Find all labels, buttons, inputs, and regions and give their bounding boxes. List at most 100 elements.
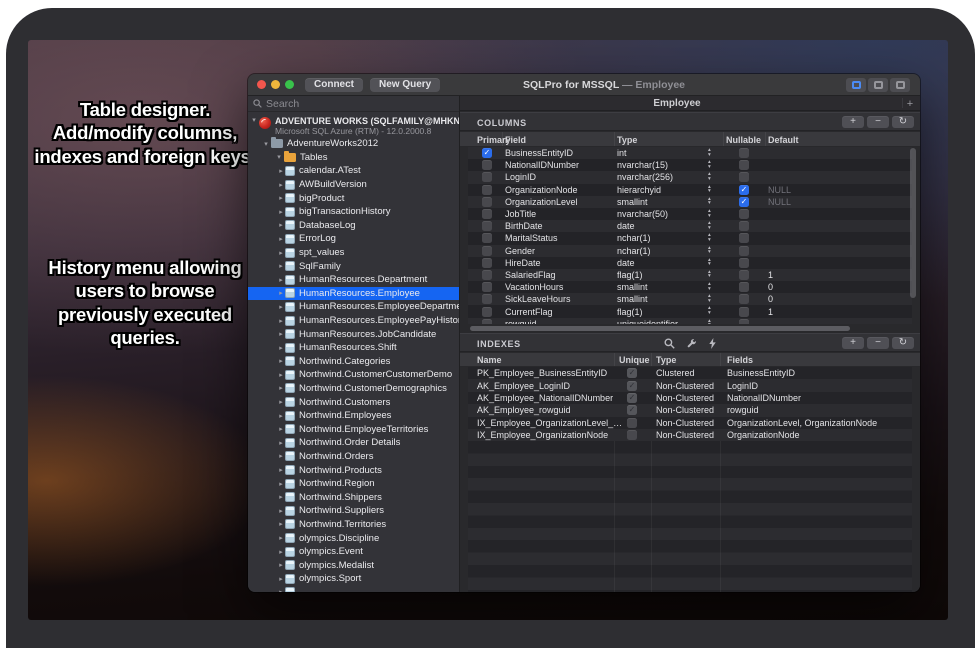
index-type-cell[interactable]: Non-Clustered bbox=[656, 417, 714, 429]
sidebar-table-item[interactable]: ▸ Northwind.Suppliers bbox=[248, 504, 459, 518]
index-fields-cell[interactable]: OrganizationLevel, OrganizationNode bbox=[727, 417, 877, 429]
type-stepper-icon[interactable]: ▴▾ bbox=[708, 197, 711, 206]
chevron-right-icon[interactable]: ▸ bbox=[277, 507, 285, 515]
sidebar-table-item[interactable]: ▸ Northwind.Orders bbox=[248, 450, 459, 464]
field-cell[interactable]: LoginID bbox=[505, 171, 536, 183]
index-name-cell[interactable]: PK_Employee_BusinessEntityID bbox=[477, 367, 607, 379]
type-stepper-icon[interactable]: ▴▾ bbox=[708, 282, 711, 291]
search-input[interactable]: Search bbox=[248, 96, 459, 112]
sidebar-table-item[interactable]: ▸ ErrorLog bbox=[248, 232, 459, 246]
type-stepper-icon[interactable]: ▴▾ bbox=[708, 246, 711, 255]
chevron-right-icon[interactable]: ▸ bbox=[277, 181, 285, 189]
type-stepper-icon[interactable]: ▴▾ bbox=[708, 160, 711, 169]
chevron-right-icon[interactable]: ▸ bbox=[277, 371, 285, 379]
chevron-right-icon[interactable]: ▸ bbox=[277, 384, 285, 392]
sidebar-table-item[interactable]: ▸ Northwind.CustomerDemographics bbox=[248, 382, 459, 396]
type-cell[interactable]: flag(1) bbox=[617, 305, 643, 317]
primary-checkbox[interactable] bbox=[482, 270, 492, 280]
field-cell[interactable]: MaritalStatus bbox=[505, 232, 558, 244]
sidebar-table-item[interactable]: ▸ bigProduct bbox=[248, 191, 459, 205]
column-row[interactable]: OrganizationNode hierarchyid ▴▾ NULL bbox=[468, 184, 912, 196]
sidebar-table-item[interactable]: ▸ Northwind.Region bbox=[248, 477, 459, 491]
type-stepper-icon[interactable]: ▴▾ bbox=[708, 306, 711, 315]
chevron-right-icon[interactable]: ▸ bbox=[277, 249, 285, 257]
unique-checkbox[interactable] bbox=[627, 368, 637, 378]
index-fields-cell[interactable]: BusinessEntityID bbox=[727, 367, 795, 379]
sidebar-table-item[interactable]: ▸ HumanResources.EmployeeDepartmentHisto… bbox=[248, 300, 459, 314]
type-stepper-icon[interactable]: ▴▾ bbox=[708, 172, 711, 181]
chevron-right-icon[interactable]: ▸ bbox=[277, 466, 285, 474]
chevron-down-icon[interactable]: ▾ bbox=[262, 140, 270, 148]
sidebar-table-item[interactable]: ▸ Northwind.Customers bbox=[248, 395, 459, 409]
view-toggle-right-button[interactable] bbox=[890, 78, 910, 92]
index-type-cell[interactable]: Non-Clustered bbox=[656, 392, 714, 404]
field-cell[interactable]: JobTitle bbox=[505, 208, 536, 220]
chevron-down-icon[interactable]: ▾ bbox=[275, 153, 283, 161]
type-cell[interactable]: hierarchyid bbox=[617, 184, 661, 196]
primary-checkbox[interactable] bbox=[482, 209, 492, 219]
chevron-right-icon[interactable]: ▸ bbox=[277, 480, 285, 488]
type-cell[interactable]: nchar(1) bbox=[617, 245, 651, 257]
index-fields-cell[interactable]: LoginID bbox=[727, 379, 758, 391]
nullable-checkbox[interactable] bbox=[739, 270, 749, 280]
nullable-checkbox[interactable] bbox=[739, 185, 749, 195]
chevron-right-icon[interactable]: ▸ bbox=[277, 357, 285, 365]
add-tab-button[interactable]: + bbox=[904, 96, 916, 111]
primary-checkbox[interactable] bbox=[482, 294, 492, 304]
type-cell[interactable]: nvarchar(50) bbox=[617, 208, 668, 220]
field-cell[interactable]: Gender bbox=[505, 245, 535, 257]
chevron-right-icon[interactable]: ▸ bbox=[277, 221, 285, 229]
column-row[interactable]: OrganizationLevel smallint ▴▾ NULL bbox=[468, 196, 912, 208]
chevron-right-icon[interactable]: ▸ bbox=[277, 167, 285, 175]
nullable-checkbox[interactable] bbox=[739, 209, 749, 219]
unique-checkbox[interactable] bbox=[627, 381, 637, 391]
column-row[interactable]: JobTitle nvarchar(50) ▴▾ bbox=[468, 208, 912, 220]
sidebar-table-item[interactable]: ▸ SqlFamily bbox=[248, 259, 459, 273]
nullable-checkbox[interactable] bbox=[739, 160, 749, 170]
chevron-right-icon[interactable]: ▸ bbox=[277, 303, 285, 311]
header-index-type[interactable]: Type bbox=[656, 353, 676, 367]
field-cell[interactable]: SickLeaveHours bbox=[505, 293, 571, 305]
type-cell[interactable]: nvarchar(256) bbox=[617, 171, 673, 183]
sidebar-table-item[interactable]: ▸ olympics.Medalist bbox=[248, 558, 459, 572]
column-row[interactable]: HireDate date ▴▾ bbox=[468, 257, 912, 269]
index-name-cell[interactable]: AK_Employee_LoginID bbox=[477, 379, 570, 391]
zoom-button[interactable] bbox=[285, 80, 294, 89]
default-cell[interactable]: 1 bbox=[768, 269, 773, 281]
chevron-right-icon[interactable]: ▸ bbox=[277, 439, 285, 447]
sidebar-table-item[interactable]: ▸ Northwind.Categories bbox=[248, 355, 459, 369]
sidebar-table-item-partial[interactable]: ▸ bbox=[248, 586, 459, 592]
chevron-right-icon[interactable]: ▸ bbox=[277, 344, 285, 352]
index-row[interactable]: AK_Employee_NationalIDNumber Non-Cluster… bbox=[468, 392, 912, 404]
unique-checkbox[interactable] bbox=[627, 405, 637, 415]
sidebar-table-item[interactable]: ▸ calendar.ATest bbox=[248, 164, 459, 178]
primary-checkbox[interactable] bbox=[482, 148, 492, 158]
index-row[interactable]: AK_Employee_LoginID Non-Clustered LoginI… bbox=[468, 379, 912, 391]
sidebar-table-item[interactable]: ▸ Northwind.Employees bbox=[248, 409, 459, 423]
index-fields-cell[interactable]: rowguid bbox=[727, 404, 759, 416]
header-field[interactable]: Field bbox=[505, 132, 526, 147]
type-cell[interactable]: smallint bbox=[617, 196, 648, 208]
sidebar-table-item[interactable]: ▸ HumanResources.EmployeePayHistory bbox=[248, 314, 459, 328]
wrench-icon[interactable] bbox=[686, 338, 697, 349]
default-cell[interactable]: 1 bbox=[768, 305, 773, 317]
primary-checkbox[interactable] bbox=[482, 246, 492, 256]
field-cell[interactable]: VacationHours bbox=[505, 281, 563, 293]
index-row[interactable]: IX_Employee_OrganizationLevel_… Non-Clus… bbox=[468, 417, 912, 429]
chevron-right-icon[interactable]: ▸ bbox=[277, 425, 285, 433]
column-row[interactable]: Gender nchar(1) ▴▾ bbox=[468, 245, 912, 257]
default-cell[interactable]: NULL bbox=[768, 184, 791, 196]
chevron-right-icon[interactable]: ▸ bbox=[277, 412, 285, 420]
nullable-checkbox[interactable] bbox=[739, 172, 749, 182]
remove-column-button[interactable]: − bbox=[867, 116, 889, 128]
sidebar-table-item[interactable]: ▸ olympics.Sport bbox=[248, 572, 459, 586]
database-node[interactable]: ▾ AdventureWorks2012 bbox=[248, 137, 459, 151]
header-fields[interactable]: Fields bbox=[727, 353, 753, 367]
unique-checkbox[interactable] bbox=[627, 418, 637, 428]
sidebar-table-item[interactable]: ▸ Northwind.Shippers bbox=[248, 490, 459, 504]
field-cell[interactable]: NationalIDNumber bbox=[505, 159, 579, 171]
chevron-right-icon[interactable]: ▸ bbox=[277, 398, 285, 406]
type-stepper-icon[interactable]: ▴▾ bbox=[708, 258, 711, 267]
unique-checkbox[interactable] bbox=[627, 393, 637, 403]
type-cell[interactable]: flag(1) bbox=[617, 269, 643, 281]
